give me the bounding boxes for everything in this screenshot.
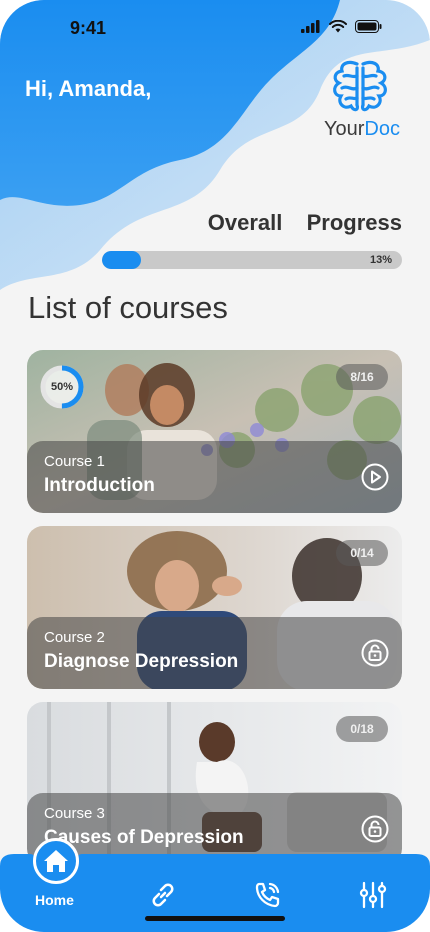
course-number: Course 3 [44, 805, 105, 822]
logo-text-accent: Doc [364, 118, 400, 140]
course-card[interactable]: 50% 8/16 Course 1 Introduction [27, 350, 402, 513]
app-logo: YourDoc [312, 58, 412, 141]
course-caption: Course 1 Introduction [27, 441, 402, 513]
status-time: 9:41 [70, 18, 107, 38]
status-icons [301, 20, 382, 33]
overall-progress-fill [102, 251, 141, 269]
lock-icon[interactable] [360, 814, 390, 844]
nav-home-button[interactable] [33, 838, 79, 884]
nav-link-button[interactable] [146, 878, 180, 912]
wifi-icon [329, 20, 347, 33]
nav-call-button[interactable] [251, 878, 285, 912]
lesson-count-badge: 0/14 [336, 540, 388, 566]
home-indicator [145, 916, 285, 921]
lesson-count-badge: 0/18 [336, 716, 388, 742]
courses-section-title: List of courses [28, 290, 228, 325]
battery-icon [355, 20, 382, 33]
sliders-icon [359, 881, 387, 909]
greeting: Hi, Amanda, [25, 76, 152, 101]
home-icon [44, 850, 68, 872]
signal-icon [301, 20, 320, 33]
course-card[interactable]: 0/14 Course 2 Diagnose Depression [27, 526, 402, 689]
bottom-navigation: Home [0, 838, 430, 932]
course-number: Course 1 [44, 453, 105, 470]
course-title: Diagnose Depression [44, 651, 239, 672]
logo-text-main: Your [324, 118, 365, 140]
status-bar: 9:41 [0, 0, 430, 54]
home-screen: 9:41 Hi, Amanda, YourDoc Overall Progres… [0, 0, 430, 932]
overall-progress-percent: 13% [369, 254, 392, 266]
lesson-count-badge: 8/16 [336, 364, 388, 390]
overall-progress-bar: 13% [102, 251, 402, 269]
nav-home-label[interactable]: Home [35, 892, 74, 908]
course-title: Introduction [44, 475, 155, 496]
course-caption: Course 2 Diagnose Depression [27, 617, 402, 689]
link-icon [152, 883, 174, 907]
phone-icon [255, 882, 280, 908]
course-card[interactable]: 0/18 Course 3 Causes of Depression [27, 702, 402, 865]
play-icon[interactable] [360, 462, 390, 492]
overall-progress-title: Overall Progress [207, 210, 402, 235]
lock-icon[interactable] [360, 638, 390, 668]
brain-icon [333, 60, 387, 112]
nav-settings-button[interactable] [356, 878, 390, 912]
course-number: Course 2 [44, 629, 105, 646]
course-completion-percent: 50% [50, 381, 74, 393]
logo-text: YourDoc [312, 118, 412, 141]
